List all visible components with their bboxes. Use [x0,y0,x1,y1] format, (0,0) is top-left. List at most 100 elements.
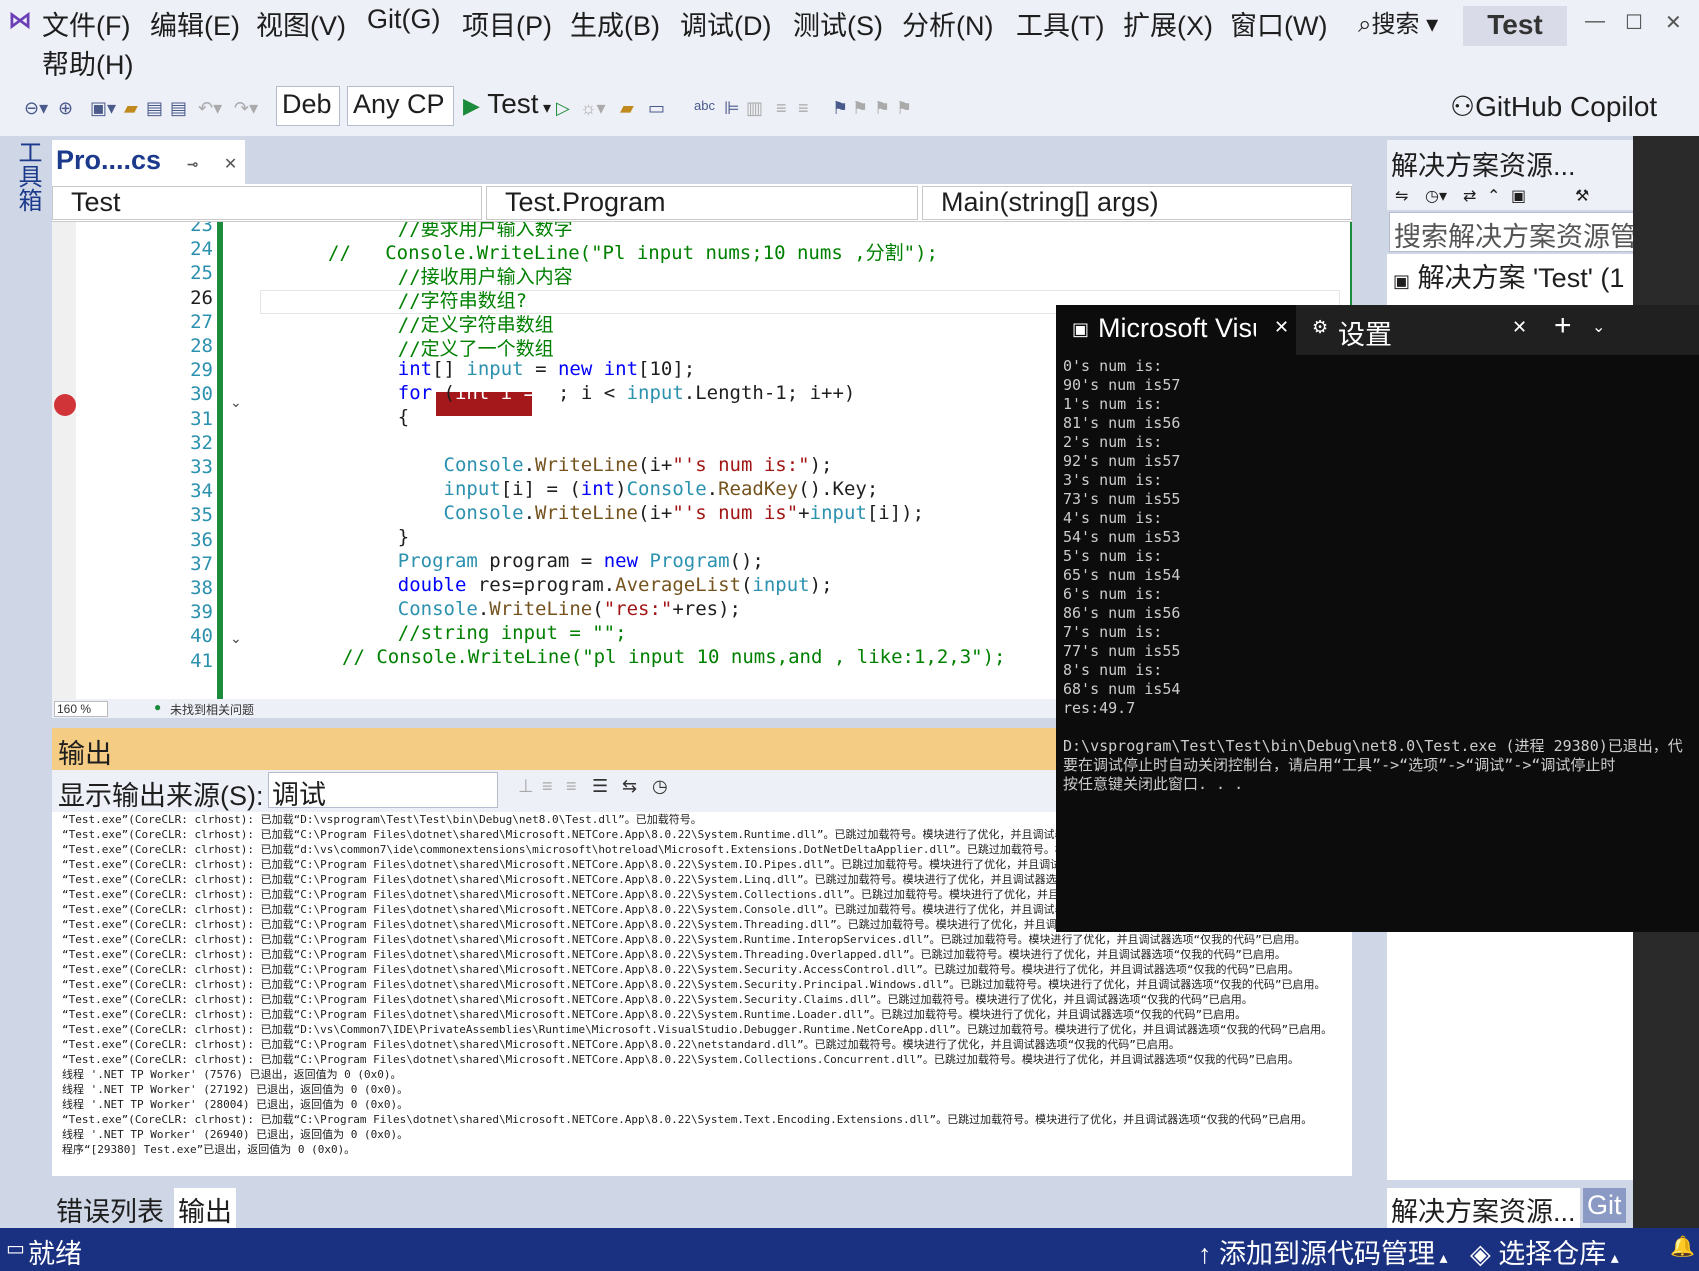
clear-all-icon[interactable]: ☰ [592,776,608,797]
show-all-icon[interactable]: ▣ [1511,186,1526,206]
menu-item[interactable]: 生成(B) [570,4,660,43]
code-line: //定义了一个数组 [352,338,554,360]
new-item-icon[interactable]: ▣▾ [90,98,116,119]
bookmark-icon[interactable]: ⚑ [832,98,848,119]
line-number: 28 [190,335,213,357]
start-debug-button[interactable]: ▶ Test ▾ [463,88,551,120]
history-icon[interactable]: ◷▾ [1425,186,1447,206]
collapse-all-icon[interactable]: ⌃ [1487,186,1500,206]
menu-item[interactable]: 窗口(W) [1230,4,1327,43]
change-bar [217,222,223,699]
sync-icon[interactable]: ⇋ [1395,186,1408,206]
class-dropdown[interactable]: Test.Program [486,186,918,220]
word-wrap-icon[interactable]: ⇆ [622,776,637,797]
menu-item[interactable]: 编辑(E) [150,4,240,43]
issues-status[interactable]: 未找到相关问题 [170,701,254,718]
menu-item[interactable]: 测试(S) [793,4,883,43]
timestamp-icon[interactable]: ◷ [652,776,668,797]
comment-icon[interactable]: ≡ [776,98,787,119]
folder-icon[interactable]: ▰ [620,98,634,119]
menu-item[interactable]: 扩展(X) [1123,4,1213,43]
collapse-toggle-icon[interactable]: ⌄ [230,630,242,647]
console-line: 7's num is: [1063,623,1163,641]
step-icon[interactable]: ⊫ [724,98,740,119]
line-number: 41 [190,649,213,672]
close-settings-icon[interactable]: ✕ [1512,317,1527,338]
minimize-button[interactable]: — [1585,10,1605,33]
close-tab-icon[interactable]: ✕ [1274,317,1289,338]
output-line: “Test.exe”(CoreCLR: clrhost): 已加载“D:\vs\… [62,1023,1333,1036]
forward-icon[interactable]: ⊕ [58,98,73,119]
format-icon[interactable]: ▥ [746,98,763,119]
output-source-select[interactable]: 调试 [268,772,498,810]
document-tab[interactable]: Pro....cs ⊸ ✕ [52,140,245,184]
output-line: “Test.exe”(CoreCLR: clrhost): 已加载“C:\Pro… [62,993,1253,1006]
play-icon: ▶ [463,93,480,118]
breakpoint-icon[interactable] [54,394,76,416]
spell-icon[interactable]: abc [694,98,715,113]
menu-item[interactable]: Git(G) [367,4,441,35]
menu-item[interactable]: 项目(P) [462,4,552,43]
code-line: //string input = ""; [352,622,627,644]
open-icon[interactable]: ▰ [124,98,138,119]
configuration-select[interactable]: Deb [276,86,340,126]
code-line: // Console.WriteLine("Pl input nums;10 n… [328,242,938,264]
save-all-icon[interactable]: ▤ [170,98,187,119]
prev-message-icon[interactable]: ≡ [542,776,553,797]
output-line: 程序“[29380] Test.exe”已退出，返回值为 0 (0x0)。 [62,1143,356,1156]
save-icon[interactable]: ▤ [146,98,163,119]
tab-git[interactable]: Git [1583,1188,1626,1223]
menu-item[interactable]: 文件(F) [42,4,130,43]
issues-ok-icon: ● [154,700,162,714]
start-without-debug-icon[interactable]: ▷ [556,98,570,119]
clear-bookmark-icon[interactable]: ⚑ [896,98,912,119]
member-dropdown[interactable]: Main(string[] args) [922,186,1352,220]
menu-item[interactable]: 调试(D) [680,4,771,43]
code-line: int[] input = new int[10]; [397,358,696,380]
menu-item[interactable]: 视图(V) [256,4,346,43]
uncomment-icon[interactable]: ≡ [798,98,809,119]
output-line: “Test.exe”(CoreCLR: clrhost): 已加载“C:\Pro… [62,978,1326,991]
redo-icon[interactable]: ↷▾ [234,98,258,119]
pin-icon[interactable]: ⊸ [187,156,199,172]
next-bookmark-icon[interactable]: ⚑ [874,98,890,119]
platform-select[interactable]: Any CP [347,86,454,126]
refresh-icon[interactable]: ⇄ [1463,186,1476,206]
back-icon[interactable]: ⊖▾ [24,98,48,119]
dropdown-icon[interactable]: ⌄ [1592,317,1605,337]
notifications-icon[interactable]: 🔔 [1670,1234,1695,1259]
console-line: 54's num is53 [1063,528,1181,546]
line-number: 26 [190,286,213,309]
copilot-button[interactable]: ⚇GitHub Copilot [1450,90,1657,123]
tab-solution-explorer[interactable]: 解决方案资源... [1387,1188,1580,1231]
settings-icon: ⚙ [1312,317,1329,337]
code-line: //定义字符串数组 [352,314,554,336]
status-bar: ▭ 就绪 ↑ 添加到源代码管理 ▴ ◈ 选择仓库 ▴ 🔔 [0,1228,1699,1271]
close-button[interactable]: ✕ [1665,10,1682,35]
next-message-icon[interactable]: ≡ [566,776,577,797]
terminal-tab-bar: ▣ Microsoft Visu ✕ ⚙ 设置 ✕ + ⌄ [1056,305,1699,355]
project-dropdown[interactable]: Test [52,186,482,220]
collapse-toggle-icon[interactable]: ⌄ [230,394,242,411]
properties-icon[interactable]: ⚒ [1575,186,1589,206]
menu-item[interactable]: 工具(T) [1016,4,1104,43]
hot-reload-icon[interactable]: ☼▾ [580,98,606,119]
search-box[interactable]: ⌕搜索 ▾ [1358,4,1438,39]
console-window[interactable]: ▣ Microsoft Visu ✕ ⚙ 设置 ✕ + ⌄ 0's num is… [1056,305,1699,932]
add-source-control-button[interactable]: ↑ 添加到源代码管理 ▴ [1198,1232,1448,1271]
window-icon[interactable]: ▭ [648,98,665,119]
tab-settings[interactable]: 设置 [1338,313,1392,352]
maximize-button[interactable]: ☐ [1625,10,1643,35]
menu-help[interactable]: 帮助(H) [42,43,133,82]
menu-item[interactable]: 分析(N) [902,4,993,43]
zoom-select[interactable]: 160 % [54,701,108,717]
close-tab-icon[interactable]: ✕ [224,156,237,173]
undo-icon[interactable]: ↶▾ [198,98,222,119]
select-repo-button[interactable]: ◈ 选择仓库 ▴ [1470,1232,1619,1271]
tab-error-list[interactable]: 错误列表 [52,1188,168,1231]
tab-output[interactable]: 输出 [174,1188,236,1231]
toolbox-tab[interactable]: 工具箱 [10,140,45,212]
new-tab-icon[interactable]: + [1554,309,1572,343]
prev-bookmark-icon[interactable]: ⚑ [852,98,868,119]
find-message-icon[interactable]: ⊥ [518,776,534,797]
